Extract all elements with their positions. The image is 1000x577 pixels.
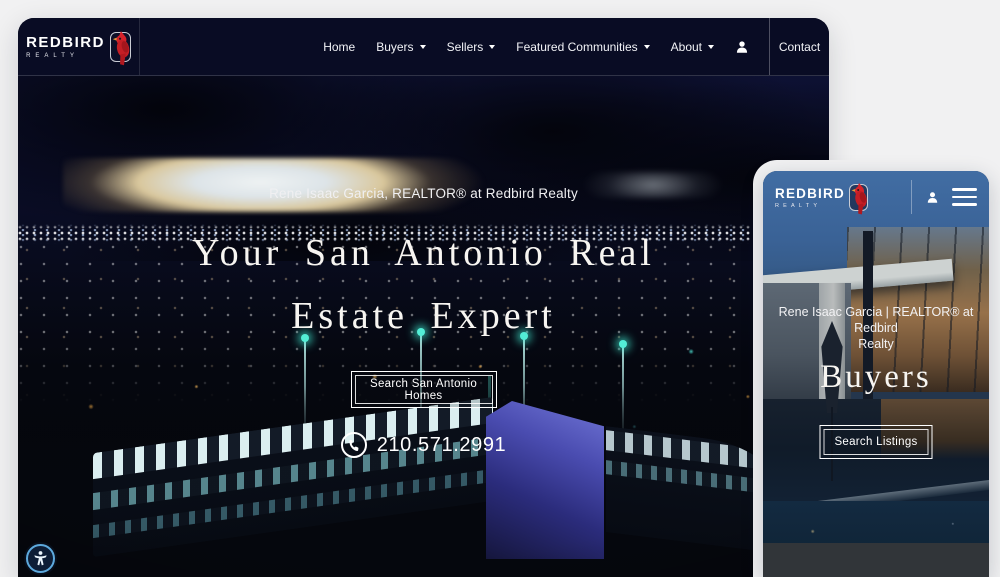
- desktop-hero-overlay: Rene Isaac Garcia, REALTOR® at Redbird R…: [18, 76, 829, 577]
- accessibility-icon: [32, 550, 49, 567]
- desktop-nav: Home Buyers Sellers Featured Communities…: [323, 18, 749, 75]
- menu-icon[interactable]: [952, 188, 977, 206]
- mobile-hero-title: Buyers: [763, 359, 989, 396]
- chevron-down-icon: [644, 45, 650, 49]
- mobile-header: REDBIRD REALTY: [763, 171, 989, 223]
- agent-tagline: Rene Isaac Garcia | REALTOR® at Redbird …: [763, 304, 989, 352]
- nav-label: Sellers: [447, 40, 484, 54]
- chevron-down-icon: [708, 45, 714, 49]
- brand-subtitle: REALTY: [26, 53, 105, 59]
- cardinal-bird-icon: [849, 184, 868, 211]
- nav-item-contact[interactable]: Contact: [769, 18, 829, 75]
- brand-name: REDBIRD: [26, 35, 105, 50]
- phone-number: 210.571.2991: [377, 434, 507, 457]
- phone-icon: [341, 432, 367, 458]
- person-icon: [735, 40, 749, 54]
- cardinal-bird-icon: [110, 32, 131, 62]
- brand-subtitle: REALTY: [775, 203, 845, 209]
- mobile-account-button[interactable]: [926, 191, 939, 204]
- mobile-brand-logo[interactable]: REDBIRD REALTY: [775, 184, 868, 211]
- brand-wordmark: REDBIRD REALTY: [26, 35, 105, 59]
- header-divider: [911, 180, 912, 214]
- agent-tagline-line1: Rene Isaac Garcia | REALTOR® at Redbird: [763, 304, 989, 336]
- hero-title: Your San Antonio Real Estate Expert: [18, 222, 829, 348]
- nav-item-about[interactable]: About: [671, 40, 714, 54]
- nav-item-featured-communities[interactable]: Featured Communities: [516, 40, 649, 54]
- nav-label: Featured Communities: [516, 40, 637, 54]
- nav-label: Buyers: [376, 40, 413, 54]
- nav-item-sellers[interactable]: Sellers: [447, 40, 496, 54]
- brand-wordmark: REDBIRD REALTY: [775, 186, 845, 209]
- mobile-hero-overlay: Rene Isaac Garcia | REALTOR® at Redbird …: [763, 171, 989, 577]
- page-background: REDBIRD REALTY Home Buyers Sellers: [0, 0, 1000, 577]
- mobile-mockup-frame: REDBIRD REALTY Rene Isaac Garcia: [753, 160, 1000, 577]
- hero-title-line1: Your San Antonio Real: [18, 222, 829, 285]
- agent-tagline-line2: Realty: [763, 336, 989, 352]
- search-homes-button[interactable]: Search San Antonio Homes: [351, 371, 497, 408]
- phone-row[interactable]: 210.571.2991: [18, 432, 829, 458]
- brand-name: REDBIRD: [775, 186, 845, 201]
- chevron-down-icon: [489, 45, 495, 49]
- nav-label: About: [671, 40, 702, 54]
- desktop-header: REDBIRD REALTY Home Buyers Sellers: [18, 18, 829, 76]
- nav-item-buyers[interactable]: Buyers: [376, 40, 425, 54]
- hero-title-line2: Estate Expert: [18, 285, 829, 348]
- desktop-hero: Rene Isaac Garcia, REALTOR® at Redbird R…: [18, 76, 829, 577]
- brand-logo[interactable]: REDBIRD REALTY: [18, 18, 140, 75]
- nav-label: Home: [323, 40, 355, 54]
- nav-item-home[interactable]: Home: [323, 40, 355, 54]
- account-button[interactable]: [735, 40, 749, 54]
- person-icon: [926, 191, 939, 204]
- desktop-mockup: REDBIRD REALTY Home Buyers Sellers: [18, 18, 829, 577]
- agent-tagline: Rene Isaac Garcia, REALTOR® at Redbird R…: [18, 186, 829, 201]
- chevron-down-icon: [420, 45, 426, 49]
- search-listings-button[interactable]: Search Listings: [820, 425, 933, 459]
- nav-label: Contact: [779, 40, 820, 54]
- mobile-mockup: REDBIRD REALTY Rene Isaac Garcia: [763, 171, 989, 577]
- accessibility-widget-button[interactable]: [26, 544, 55, 573]
